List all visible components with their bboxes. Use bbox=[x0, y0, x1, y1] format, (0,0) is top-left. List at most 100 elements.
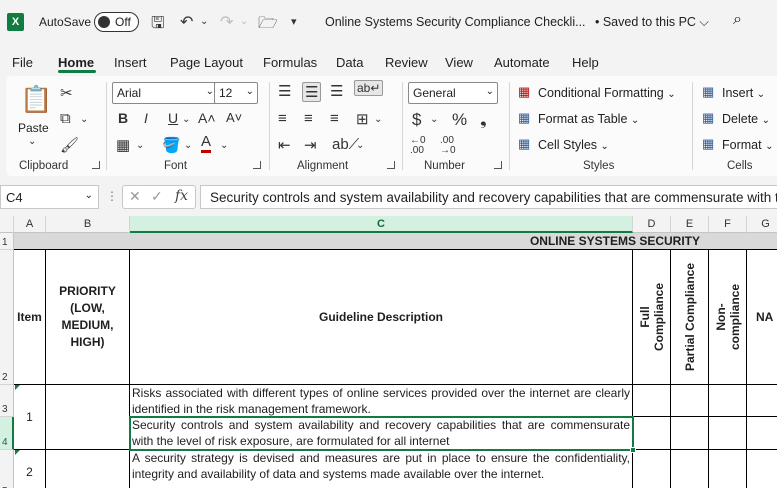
tab-file[interactable]: File bbox=[12, 55, 33, 70]
item-number-1[interactable]: 1 bbox=[14, 385, 46, 450]
row-header-5[interactable]: 5 bbox=[0, 450, 14, 488]
na-cell-g3[interactable] bbox=[747, 385, 777, 417]
wrap-text-icon[interactable]: ab↵ bbox=[354, 80, 384, 96]
partial-cell-e3[interactable] bbox=[671, 385, 709, 417]
borders-icon[interactable]: ▦ bbox=[116, 136, 130, 154]
conditional-formatting-icon[interactable]: ▦ bbox=[518, 84, 530, 100]
priority-cell-2[interactable] bbox=[46, 450, 130, 488]
paste-dropdown-icon[interactable]: ⌄ bbox=[28, 136, 36, 147]
enter-icon[interactable]: ✓ bbox=[151, 188, 163, 205]
number-dialog-launcher-icon[interactable] bbox=[494, 161, 502, 169]
alignment-dialog-launcher-icon[interactable] bbox=[387, 161, 395, 169]
header-na[interactable]: NA bbox=[747, 250, 777, 385]
italic-icon[interactable]: I bbox=[144, 110, 148, 126]
guideline-cell-c3[interactable]: Risks associated with different types of… bbox=[130, 385, 633, 417]
guideline-cell-c5[interactable]: A security strategy is devised and measu… bbox=[130, 450, 633, 488]
cancel-icon[interactable]: ✕ bbox=[129, 188, 141, 205]
increase-font-icon[interactable]: A˄ bbox=[198, 110, 216, 126]
paste-icon[interactable]: 📋 bbox=[20, 84, 52, 115]
more-options-icon[interactable]: ⋮ bbox=[106, 189, 118, 203]
currency-dropdown-icon[interactable]: ⌄ bbox=[430, 114, 438, 125]
font-color-dropdown-icon[interactable]: ⌄ bbox=[220, 140, 228, 151]
insert-cells-icon[interactable]: ▦ bbox=[702, 84, 714, 100]
top-align-icon[interactable]: ☰ bbox=[278, 82, 291, 100]
tab-automate[interactable]: Automate bbox=[494, 55, 550, 70]
copy-dropdown-icon[interactable]: ⌄ bbox=[80, 114, 88, 125]
copy-icon[interactable]: ⧉ bbox=[60, 110, 71, 127]
font-dialog-launcher-icon[interactable] bbox=[253, 161, 261, 169]
redo-dropdown-icon[interactable]: ⌄ bbox=[240, 16, 248, 27]
percent-icon[interactable]: % bbox=[452, 110, 467, 130]
align-center-icon[interactable]: ≡ bbox=[304, 110, 313, 127]
bold-icon[interactable]: B bbox=[118, 110, 128, 126]
column-header-a[interactable]: A bbox=[14, 216, 46, 233]
header-non-compliance[interactable]: Non-compliance bbox=[709, 250, 747, 385]
header-partial-compliance[interactable]: Partial Compliance bbox=[671, 250, 709, 385]
merge-center-icon[interactable]: ⊞ bbox=[356, 110, 369, 128]
decrease-indent-icon[interactable]: ⇤ bbox=[278, 136, 291, 154]
align-right-icon[interactable]: ≡ bbox=[330, 110, 339, 127]
header-guideline-description[interactable]: Guideline Description bbox=[130, 250, 633, 385]
undo-icon[interactable]: ↶ bbox=[180, 12, 193, 32]
format-cells-icon[interactable]: ▦ bbox=[702, 136, 714, 152]
column-header-d[interactable]: D bbox=[633, 216, 671, 233]
priority-cell-1[interactable] bbox=[46, 385, 130, 450]
document-title[interactable]: Online Systems Security Compliance Check… bbox=[325, 15, 709, 30]
row-header-1[interactable]: 1 bbox=[0, 233, 14, 250]
orientation-dropdown-icon[interactable]: ⌄ bbox=[356, 140, 364, 151]
format-painter-icon[interactable]: 🖌 bbox=[60, 136, 79, 154]
tab-insert[interactable]: Insert bbox=[114, 55, 147, 70]
partial-cell-e4[interactable] bbox=[671, 417, 709, 450]
formula-input[interactable]: Security controls and system availabilit… bbox=[200, 185, 777, 209]
cell-styles-icon[interactable]: ▦ bbox=[518, 136, 530, 152]
fill-color-dropdown-icon[interactable]: ⌄ bbox=[184, 140, 192, 151]
font-size-combo[interactable]: 12 ⌄ bbox=[214, 82, 258, 104]
comma-style-icon[interactable]: ❟ bbox=[480, 110, 487, 130]
paste-button[interactable]: Paste bbox=[18, 121, 49, 135]
column-header-b[interactable]: B bbox=[46, 216, 130, 233]
row-header-4[interactable]: 4 bbox=[0, 417, 14, 450]
decrease-decimal-icon[interactable]: .00 →0 bbox=[440, 136, 456, 156]
cut-icon[interactable]: ✂ bbox=[60, 84, 73, 102]
align-left-icon[interactable]: ≡ bbox=[278, 110, 287, 127]
non-cell-f3[interactable] bbox=[709, 385, 747, 417]
cell-styles-button[interactable]: Cell Styles ⌄ bbox=[538, 138, 609, 152]
format-as-table-button[interactable]: Format as Table ⌄ bbox=[538, 112, 639, 126]
borders-dropdown-icon[interactable]: ⌄ bbox=[136, 140, 144, 151]
column-header-e[interactable]: E bbox=[671, 216, 709, 233]
non-cell-f4[interactable] bbox=[709, 417, 747, 450]
header-item[interactable]: Item bbox=[14, 250, 46, 385]
font-color-icon[interactable]: A bbox=[201, 134, 212, 153]
format-table-icon[interactable]: ▦ bbox=[518, 110, 530, 126]
redo-icon[interactable]: ↷ bbox=[220, 12, 233, 32]
full-cell-d5[interactable] bbox=[633, 450, 671, 488]
na-cell-g4[interactable] bbox=[747, 417, 777, 450]
currency-icon[interactable]: $ bbox=[412, 110, 421, 130]
tab-data[interactable]: Data bbox=[336, 55, 363, 70]
merge-dropdown-icon[interactable]: ⌄ bbox=[374, 114, 382, 125]
full-cell-d3[interactable] bbox=[633, 385, 671, 417]
fill-color-icon[interactable]: 🪣 bbox=[162, 136, 181, 154]
underline-dropdown-icon[interactable]: ⌄ bbox=[182, 114, 190, 125]
increase-indent-icon[interactable]: ⇥ bbox=[304, 136, 317, 154]
autosave-toggle[interactable]: Off bbox=[94, 12, 139, 32]
name-box[interactable]: C4 ⌄ bbox=[0, 185, 99, 209]
tab-formulas[interactable]: Formulas bbox=[263, 55, 317, 70]
font-name-combo[interactable]: Arial ⌄ bbox=[112, 82, 218, 104]
row-header-2[interactable]: 2 bbox=[0, 250, 14, 385]
non-cell-f5[interactable] bbox=[709, 450, 747, 488]
undo-dropdown-icon[interactable]: ⌄ bbox=[200, 16, 208, 27]
header-full-compliance[interactable]: Full Compliance bbox=[633, 250, 671, 385]
decrease-font-icon[interactable]: A˅ bbox=[226, 110, 242, 125]
fill-handle[interactable] bbox=[630, 447, 636, 453]
column-header-f[interactable]: F bbox=[709, 216, 747, 233]
increase-decimal-icon[interactable]: ←0.00 bbox=[410, 136, 426, 156]
format-cells-button[interactable]: Format ⌄ bbox=[722, 138, 773, 152]
number-format-combo[interactable]: General ⌄ bbox=[408, 82, 498, 104]
middle-align-icon[interactable]: ☰ bbox=[302, 82, 322, 102]
column-header-g[interactable]: G bbox=[747, 216, 777, 233]
underline-icon[interactable]: U bbox=[168, 110, 178, 126]
save-icon[interactable]: 🖫 bbox=[151, 12, 165, 39]
tab-page-layout[interactable]: Page Layout bbox=[170, 55, 243, 70]
select-all-corner[interactable] bbox=[0, 216, 14, 233]
